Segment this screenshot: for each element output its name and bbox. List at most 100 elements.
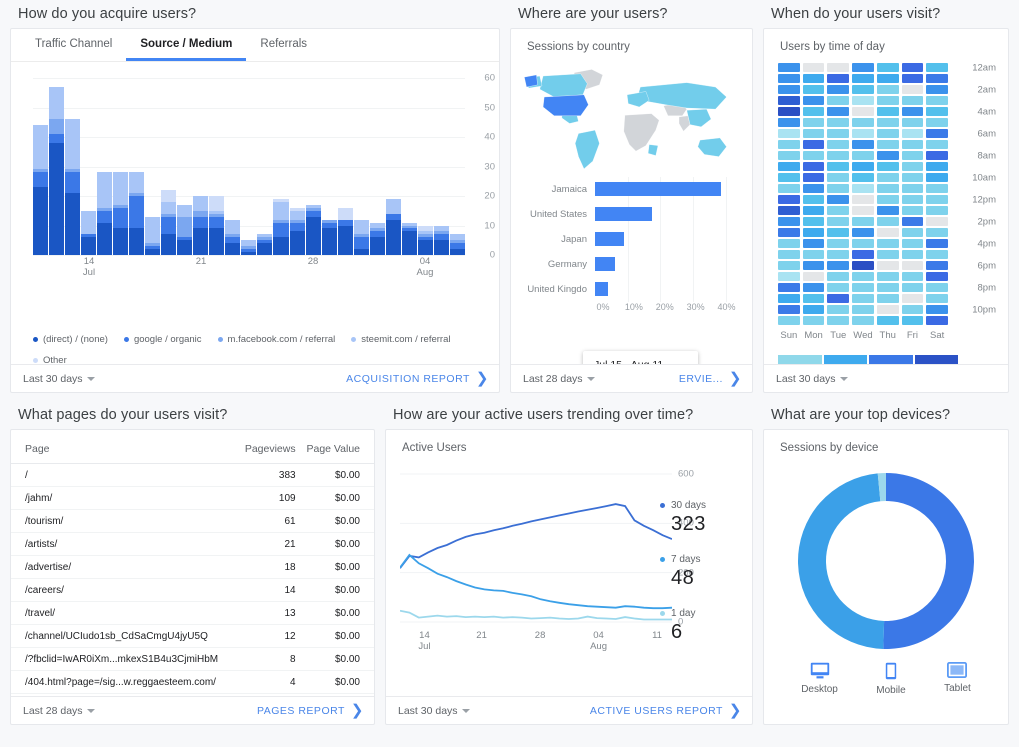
heatmap-cell[interactable] xyxy=(901,74,924,83)
heatmap-cell[interactable] xyxy=(802,96,825,105)
tab-traffic-channel[interactable]: Traffic Channel xyxy=(21,29,126,61)
bar-column[interactable] xyxy=(337,78,353,255)
legend-item[interactable]: Other xyxy=(33,355,67,364)
heatmap-cell[interactable] xyxy=(852,316,874,325)
heatmap-cell[interactable] xyxy=(778,85,800,94)
heatmap-cell[interactable] xyxy=(827,195,850,204)
heatmap-cell[interactable] xyxy=(852,162,874,171)
bar-column[interactable] xyxy=(177,78,193,255)
heatmap-cell[interactable] xyxy=(802,140,825,149)
heatmap-cell[interactable] xyxy=(802,151,825,160)
device-legend-mobile[interactable]: Mobile xyxy=(876,662,906,696)
heatmap-cell[interactable] xyxy=(827,305,850,314)
heatmap-cell[interactable] xyxy=(852,118,874,127)
heatmap-cell[interactable] xyxy=(876,316,899,325)
heatmap-cell[interactable] xyxy=(802,250,825,259)
heatmap-cell[interactable] xyxy=(778,195,800,204)
bar-column[interactable] xyxy=(305,78,321,255)
heatmap-cell[interactable] xyxy=(852,250,874,259)
bar-column[interactable] xyxy=(113,78,129,255)
heatmap-cell[interactable] xyxy=(827,316,850,325)
heatmap-cell[interactable] xyxy=(778,239,800,248)
heatmap-cell[interactable] xyxy=(802,129,825,138)
heatmap-cell[interactable] xyxy=(827,74,850,83)
heatmap-cell[interactable] xyxy=(876,173,899,182)
heatmap-cell[interactable] xyxy=(876,118,899,127)
heatmap-cell[interactable] xyxy=(827,250,850,259)
heatmap-cell[interactable] xyxy=(778,206,800,215)
bar-column[interactable] xyxy=(65,78,81,255)
heatmap-cell[interactable] xyxy=(802,118,825,127)
heatmap-cell[interactable] xyxy=(778,294,800,303)
heatmap-cell[interactable] xyxy=(802,272,825,281)
heatmap-cell[interactable] xyxy=(852,129,874,138)
bar-column[interactable] xyxy=(161,78,177,255)
heatmap-cell[interactable] xyxy=(876,74,899,83)
acquisition-daterange-selector[interactable]: Last 30 days xyxy=(23,373,95,385)
heatmap-cell[interactable] xyxy=(926,250,948,259)
heatmap-cell[interactable] xyxy=(926,151,948,160)
heatmap-cell[interactable] xyxy=(852,261,874,270)
heatmap-cell[interactable] xyxy=(778,305,800,314)
heatmap-cell[interactable] xyxy=(876,107,899,116)
heatmap-cell[interactable] xyxy=(852,96,874,105)
heatmap-cell[interactable] xyxy=(901,305,924,314)
heatmap-cell[interactable] xyxy=(778,173,800,182)
heatmap-cell[interactable] xyxy=(852,63,874,72)
heatmap-cell[interactable] xyxy=(901,283,924,292)
country-row[interactable]: United Kingdo xyxy=(517,277,742,302)
heatmap-cell[interactable] xyxy=(852,239,874,248)
heatmap-cell[interactable] xyxy=(901,316,924,325)
heatmap-cell[interactable] xyxy=(802,217,825,226)
bar-column[interactable] xyxy=(193,78,209,255)
heatmap-cell[interactable] xyxy=(827,85,850,94)
heatmap-cell[interactable] xyxy=(926,118,948,127)
heatmap-cell[interactable] xyxy=(852,173,874,182)
heatmap-cell[interactable] xyxy=(827,184,850,193)
heatmap-cell[interactable] xyxy=(926,272,948,281)
bar-column[interactable] xyxy=(257,78,273,255)
heatmap-cell[interactable] xyxy=(778,151,800,160)
country-row[interactable]: Japan xyxy=(517,227,742,252)
heatmap-cell[interactable] xyxy=(802,316,825,325)
heatmap-cell[interactable] xyxy=(802,195,825,204)
heatmap-cell[interactable] xyxy=(926,74,948,83)
heatmap-cell[interactable] xyxy=(778,96,800,105)
heatmap-cell[interactable] xyxy=(827,217,850,226)
heatmap-cell[interactable] xyxy=(852,151,874,160)
heatmap-cell[interactable] xyxy=(901,184,924,193)
tab-referrals[interactable]: Referrals xyxy=(246,29,321,61)
heatmap-cell[interactable] xyxy=(802,261,825,270)
heatmap-cell[interactable] xyxy=(876,261,899,270)
heatmap-cell[interactable] xyxy=(778,162,800,171)
active-users-report-link[interactable]: ACTIVE USERS REPORT ❯ xyxy=(590,703,742,718)
heatmap-cell[interactable] xyxy=(852,228,874,237)
heatmap-cell[interactable] xyxy=(778,74,800,83)
bar-column[interactable] xyxy=(289,78,305,255)
bar-column[interactable] xyxy=(449,78,465,255)
heatmap-cell[interactable] xyxy=(778,272,800,281)
country-row[interactable]: Germany xyxy=(517,252,742,277)
heatmap-cell[interactable] xyxy=(926,107,948,116)
heatmap-cell[interactable] xyxy=(778,140,800,149)
heatmap-cell[interactable] xyxy=(876,283,899,292)
heatmap-cell[interactable] xyxy=(876,195,899,204)
bar-column[interactable] xyxy=(401,78,417,255)
heatmap-cell[interactable] xyxy=(802,63,825,72)
table-row[interactable]: /404.html?page=/sig...w.reggaesteem.com/… xyxy=(11,670,374,694)
heatmap-cell[interactable] xyxy=(802,305,825,314)
heatmap-cell[interactable] xyxy=(778,118,800,127)
active-users-daterange-selector[interactable]: Last 30 days xyxy=(398,705,470,717)
heatmap-cell[interactable] xyxy=(778,63,800,72)
heatmap-cell[interactable] xyxy=(901,261,924,270)
legend-item[interactable]: (direct) / (none) xyxy=(33,334,108,345)
heatmap-cell[interactable] xyxy=(778,261,800,270)
bar-column[interactable] xyxy=(97,78,113,255)
heatmap-cell[interactable] xyxy=(876,294,899,303)
table-row[interactable]: /careers/14 $0.00 xyxy=(11,578,374,602)
heatmap-cell[interactable] xyxy=(901,294,924,303)
heatmap-cell[interactable] xyxy=(802,162,825,171)
heatmap-cell[interactable] xyxy=(926,184,948,193)
heatmap-cell[interactable] xyxy=(827,151,850,160)
heatmap-cell[interactable] xyxy=(901,63,924,72)
